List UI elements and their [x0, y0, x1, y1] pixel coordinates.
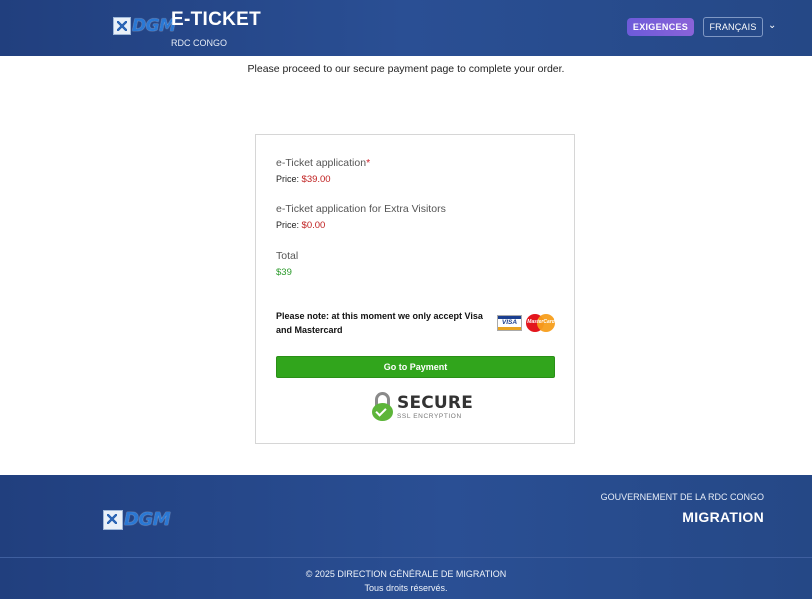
ssl-secure-badge: SECURE SSL ENCRYPTION — [372, 392, 473, 422]
accepted-cards: VISA MasterCard — [497, 314, 556, 332]
total-value: $39 — [276, 267, 292, 278]
secure-subtitle: SSL ENCRYPTION — [397, 412, 462, 420]
site-footer: DGM GOUVERNEMENT DE LA RDC CONGO MIGRATI… — [0, 475, 812, 599]
requirements-button[interactable]: EXIGENCES — [627, 18, 694, 36]
site-subtitle: RDC CONGO — [171, 38, 227, 48]
chevron-down-icon[interactable]: ⌄ — [768, 20, 776, 31]
item-label: e-Ticket application for Extra Visitors — [276, 203, 446, 215]
secure-title: SECURE — [397, 392, 474, 413]
item-price-line: Price: $39.00 — [276, 174, 331, 185]
item-price: $0.00 — [301, 220, 326, 231]
item-label: e-Ticket application* — [276, 157, 371, 169]
footer-copyright: © 2025 DIRECTION GÉNÉRALE DE MIGRATION — [305, 569, 507, 579]
dgm-logo[interactable]: DGM — [113, 16, 176, 36]
card-acceptance-note: Please note: at this moment we only acce… — [276, 311, 483, 335]
dgm-emblem-icon — [113, 17, 131, 35]
mastercard-icon: MasterCard — [526, 314, 556, 332]
footer-department: MIGRATION — [682, 509, 764, 525]
payment-intro-text: Please proceed to our secure payment pag… — [247, 63, 565, 75]
site-header: DGM E-TICKET RDC CONGO EXIGENCES FRANÇAI… — [0, 0, 812, 56]
footer-divider — [0, 557, 812, 558]
go-to-payment-button[interactable]: Go to Payment — [276, 356, 555, 378]
footer-dgm-logo[interactable]: DGM — [103, 509, 171, 530]
visa-icon: VISA — [497, 315, 522, 331]
order-summary-card: e-Ticket application* Price: $39.00 e-Ti… — [255, 134, 575, 444]
line-item-eticket: e-Ticket application* Price: $39.00 — [276, 157, 370, 185]
language-select[interactable]: FRANÇAIS — [703, 17, 763, 37]
logo-text: DGM — [132, 16, 176, 36]
item-price-line: Price: $0.00 — [276, 220, 326, 231]
site-title: E-TICKET — [171, 9, 262, 30]
total-label: Total — [276, 250, 299, 262]
padlock-icon — [372, 392, 393, 422]
dgm-emblem-icon — [103, 509, 123, 530]
required-mark: * — [366, 157, 371, 169]
logo-text: DGM — [124, 509, 171, 530]
footer-government: GOUVERNEMENT DE LA RDC CONGO — [600, 492, 764, 502]
footer-rights: Tous droits réservés. — [364, 583, 448, 593]
item-price: $39.00 — [301, 174, 331, 185]
order-total: Total $39 — [276, 250, 298, 278]
line-item-extra-visitors: e-Ticket application for Extra Visitors … — [276, 203, 446, 231]
